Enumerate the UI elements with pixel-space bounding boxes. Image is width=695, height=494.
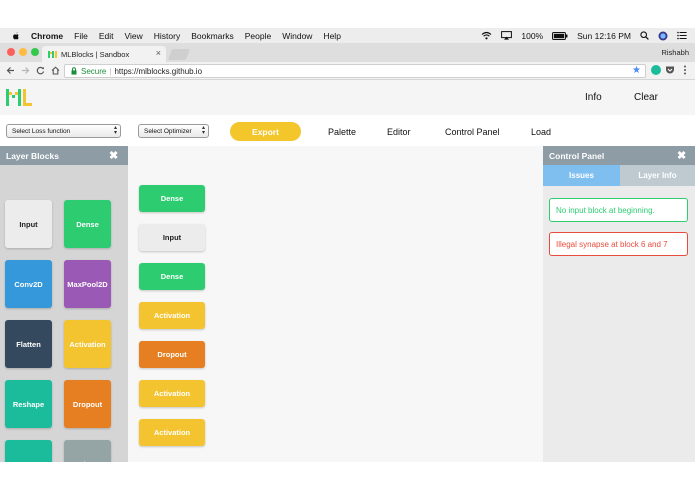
tab-layer-info[interactable]: Layer Info <box>620 165 695 186</box>
menu-help[interactable]: Help <box>323 31 340 41</box>
spotlight-search-icon[interactable] <box>640 31 649 40</box>
issue-message: No input block at beginning. <box>549 198 688 222</box>
editor-block-activation[interactable]: Activation <box>139 380 205 407</box>
menu-chrome[interactable]: Chrome <box>31 31 63 41</box>
editor-block-activation[interactable]: Activation <box>139 419 205 446</box>
wifi-icon[interactable] <box>481 31 492 40</box>
editor-block-activation[interactable]: Activation <box>139 302 205 329</box>
menu-people[interactable]: People <box>245 31 271 41</box>
secure-label: Secure <box>81 66 107 76</box>
grammarly-extension-icon[interactable] <box>651 65 661 75</box>
editor-block-dense[interactable]: Dense <box>139 263 205 290</box>
new-tab-button[interactable] <box>167 49 191 60</box>
tab-close-icon[interactable]: × <box>156 48 161 58</box>
select-arrows-icon: ▴ ▾ <box>201 125 205 136</box>
profile-name[interactable]: Rishabh <box>661 48 689 57</box>
address-bar[interactable]: Secure | https://mlblocks.github.io ★ <box>64 64 646 78</box>
bookmark-star-icon[interactable]: ★ <box>632 65 641 76</box>
address-separator: | <box>109 66 112 76</box>
optimizer-select-value: Select Optimizer <box>144 127 192 135</box>
battery-percent: 100% <box>521 30 544 41</box>
palette-link[interactable]: Palette <box>328 127 356 137</box>
airplay-icon[interactable] <box>501 31 513 40</box>
layer-blocks-close-icon[interactable]: ✖ <box>109 149 118 162</box>
layer-block-flatten[interactable]: Flatten <box>5 320 52 368</box>
layer-block-maxpool2d[interactable]: MaxPool2D <box>64 260 111 308</box>
editor-link[interactable]: Editor <box>387 127 411 137</box>
apple-icon[interactable] <box>11 31 21 41</box>
mlblocks-favicon-icon <box>48 50 57 58</box>
notification-center-icon[interactable] <box>677 31 687 40</box>
back-icon[interactable] <box>6 66 15 75</box>
control-panel-header: Control Panel <box>543 146 695 165</box>
issue-message: Illegal synapse at block 6 and 7 <box>549 232 688 256</box>
menu-file[interactable]: File <box>74 31 88 41</box>
forward-icon[interactable] <box>21 66 30 75</box>
menu-edit[interactable]: Edit <box>99 31 114 41</box>
export-button[interactable]: Export <box>230 122 301 141</box>
mac-menubar: Chrome File Edit View History Bookmarks … <box>0 28 695 43</box>
mlblocks-logo-icon[interactable] <box>6 89 32 106</box>
close-window-button[interactable] <box>7 48 15 56</box>
editor-block-dropout[interactable]: Dropout <box>139 341 205 368</box>
tab-title: MLBlocks | Sandbox <box>61 49 130 59</box>
menu-history[interactable]: History <box>154 31 180 41</box>
url-text: https://mlblocks.github.io <box>114 66 203 76</box>
loss-function-select[interactable]: Select Loss function ▴ ▾ <box>6 124 121 138</box>
control-panel: Control Panel ✖ Issues Layer Info No inp… <box>543 146 695 462</box>
layer-block-input[interactable]: Input <box>5 200 52 248</box>
editor-block-dense[interactable]: Dense <box>139 185 205 212</box>
chrome-menu-icon[interactable] <box>680 65 690 75</box>
editor-canvas[interactable]: Dense Input Dense Activation Dropout Activati… <box>128 146 543 462</box>
layer-block-batchnorm[interactable]: BatchNorm <box>64 440 111 462</box>
pocket-extension-icon[interactable] <box>665 65 675 75</box>
control-panel-close-icon[interactable]: ✖ <box>677 149 686 162</box>
siri-icon[interactable] <box>658 31 668 41</box>
layer-block-dropout[interactable]: Dropout <box>64 380 111 428</box>
select-arrows-icon: ▴ ▾ <box>113 125 117 136</box>
minimize-window-button[interactable] <box>19 48 27 56</box>
zoom-window-button[interactable] <box>31 48 39 56</box>
layer-block-activation[interactable]: Activation <box>64 320 111 368</box>
clock[interactable]: Sun 12:16 PM <box>577 31 631 41</box>
menubar-status: 100% Sun 12:16 PM <box>481 28 687 43</box>
browser-tabstrip: MLBlocks | Sandbox × Rishabh <box>0 43 695 62</box>
menu-bookmarks[interactable]: Bookmarks <box>191 31 234 41</box>
browser-toolbar: Secure | https://mlblocks.github.io ★ <box>0 62 695 80</box>
menu-view[interactable]: View <box>124 31 142 41</box>
clear-link[interactable]: Clear <box>634 92 658 103</box>
optimizer-select[interactable]: Select Optimizer ▴ ▾ <box>138 124 209 138</box>
editor-block-input[interactable]: Input <box>139 224 205 251</box>
battery-icon[interactable] <box>552 31 568 40</box>
layer-blocks-panel: Layer Blocks ✖ Input Dense Conv2D MaxPool2D… <box>0 146 128 462</box>
browser-tab[interactable]: MLBlocks | Sandbox × <box>42 46 166 62</box>
load-link[interactable]: Load <box>531 127 551 137</box>
control-panel-title: Control Panel <box>549 150 605 161</box>
home-icon[interactable] <box>51 66 60 75</box>
control-panel-link[interactable]: Control Panel <box>445 127 500 137</box>
lock-icon <box>71 67 77 75</box>
layer-block-conv2d[interactable]: Conv2D <box>5 260 52 308</box>
app-toolbar: Select Loss function ▴ ▾ Select Optimizer… <box>0 115 695 146</box>
layer-blocks-title: Layer Blocks <box>6 150 59 161</box>
menu-window[interactable]: Window <box>282 31 312 41</box>
tab-issues[interactable]: Issues <box>543 165 620 186</box>
layer-block-reshape[interactable]: Reshape <box>5 380 52 428</box>
info-link[interactable]: Info <box>585 92 602 103</box>
screen: Chrome File Edit View History Bookmarks … <box>0 28 695 462</box>
page-bottom <box>0 462 695 494</box>
reload-icon[interactable] <box>36 66 45 75</box>
layer-block-lstm[interactable]: LSTM <box>5 440 52 462</box>
layer-block-dense[interactable]: Dense <box>64 200 111 248</box>
loss-function-select-value: Select Loss function <box>12 127 71 135</box>
app-header: Info Clear <box>0 80 695 115</box>
